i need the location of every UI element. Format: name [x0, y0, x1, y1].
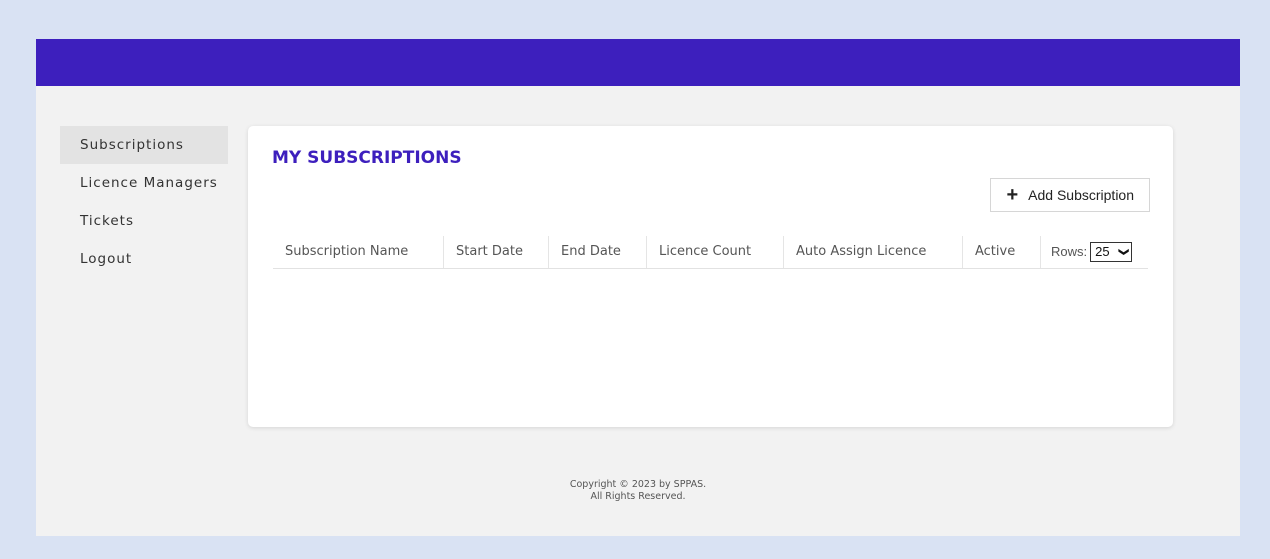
add-subscription-button[interactable]: + Add Subscription — [990, 178, 1150, 212]
subscriptions-table-header: Subscription Name Start Date End Date Li… — [273, 236, 1148, 269]
column-header-licence-count[interactable]: Licence Count — [647, 236, 784, 268]
sidebar-item-tickets[interactable]: Tickets — [60, 202, 228, 240]
copyright-text: Copyright © 2023 by SPPAS. — [569, 479, 707, 490]
column-header-auto-assign-licence[interactable]: Auto Assign Licence — [784, 236, 963, 268]
sidebar-item-licence-managers[interactable]: Licence Managers — [60, 164, 228, 202]
column-header-end-date[interactable]: End Date — [549, 236, 647, 268]
column-header-start-date[interactable]: Start Date — [444, 236, 549, 268]
rows-per-page-select[interactable]: 25 ❯ — [1090, 242, 1133, 262]
subscriptions-card: MY SUBSCRIPTIONS + Add Subscription Subs… — [248, 126, 1173, 427]
column-header-subscription-name[interactable]: Subscription Name — [273, 236, 444, 268]
sidebar-nav: Subscriptions Licence Managers Tickets L… — [60, 126, 228, 278]
rows-per-page-control: Rows: 25 ❯ — [1041, 236, 1148, 268]
sidebar-item-subscriptions[interactable]: Subscriptions — [60, 126, 228, 164]
rows-label: Rows: — [1051, 244, 1088, 259]
plus-icon: + — [1006, 184, 1019, 206]
footer: Copyright © 2023 by SPPAS. All Rights Re… — [36, 479, 1240, 503]
app-frame: Subscriptions Licence Managers Tickets L… — [36, 39, 1240, 536]
chevron-down-icon: ❯ — [1117, 247, 1129, 257]
top-header-bar — [36, 39, 1240, 86]
page-title: MY SUBSCRIPTIONS — [272, 148, 462, 168]
column-header-active[interactable]: Active — [963, 236, 1041, 268]
sidebar-item-logout[interactable]: Logout — [60, 240, 228, 278]
add-subscription-label: Add Subscription — [1028, 187, 1134, 203]
rights-text: All Rights Reserved. — [590, 491, 686, 502]
